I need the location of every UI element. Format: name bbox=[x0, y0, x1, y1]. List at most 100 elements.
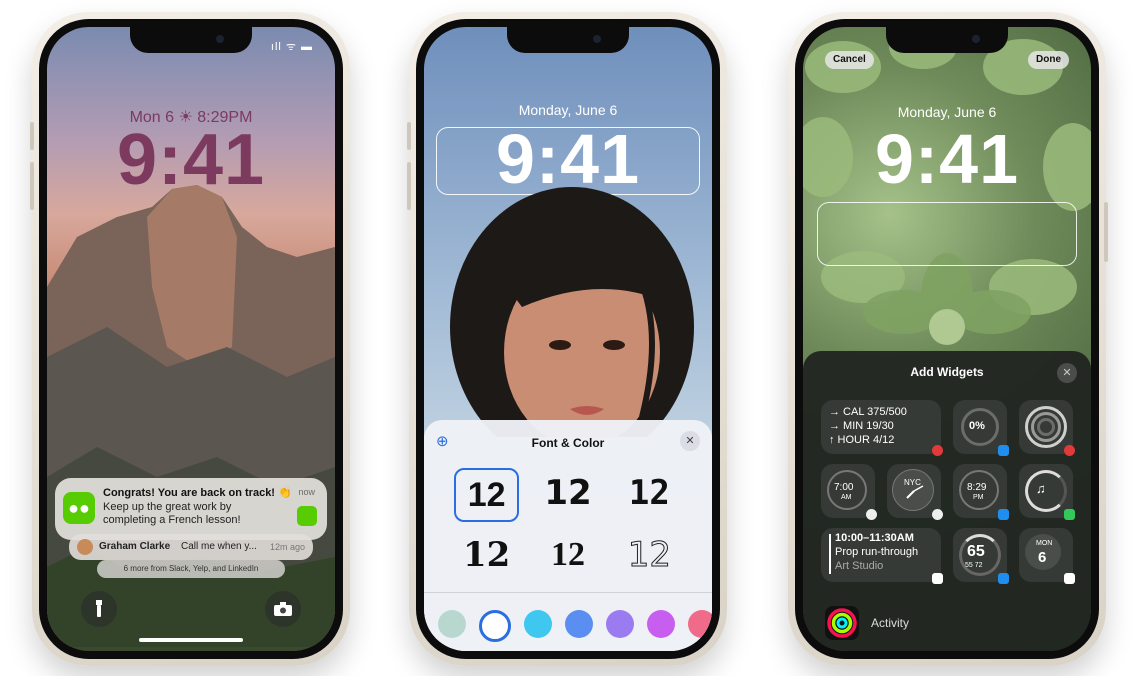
notch bbox=[130, 27, 252, 53]
fitness-cal: → CAL 375/500 bbox=[829, 406, 907, 418]
temp-range: 55 72 bbox=[965, 562, 983, 569]
color-swatch[interactable] bbox=[606, 610, 634, 638]
iphone-lock-screen: ıll ᯤ ▬ Mon 6 ☀ 8:29PM 9:41 ●● Congrats!… bbox=[30, 12, 350, 666]
duolingo-owl-icon bbox=[297, 506, 317, 526]
font-option[interactable]: 12 bbox=[609, 468, 690, 518]
widget-drop-area[interactable] bbox=[817, 202, 1077, 266]
lock-time: 9:41 bbox=[495, 120, 641, 198]
world-clock-widget[interactable]: NYC bbox=[887, 464, 943, 520]
message-sender: Graham Clarke bbox=[99, 541, 171, 552]
clock-period: AM bbox=[841, 494, 852, 501]
clock-time: 7:00 bbox=[834, 482, 854, 493]
home-indicator[interactable] bbox=[139, 638, 243, 642]
notification-time: now bbox=[298, 487, 315, 497]
done-button[interactable]: Done bbox=[1028, 51, 1069, 69]
color-swatch[interactable] bbox=[524, 610, 552, 638]
close-button[interactable]: ✕ bbox=[680, 431, 700, 451]
divider bbox=[424, 592, 712, 593]
color-swatch[interactable] bbox=[565, 610, 593, 638]
clock-widget[interactable]: 7:00 AM bbox=[821, 464, 877, 520]
alarm-widget[interactable]: 8:29 PM bbox=[953, 464, 1009, 520]
temp-value: 65 bbox=[967, 543, 985, 560]
weather-badge-icon bbox=[998, 509, 1009, 520]
fitness-widget[interactable]: → CAL 375/500 → MIN 19/30 ↑ HOUR 4/12 bbox=[821, 400, 943, 456]
font-option[interactable]: 12 bbox=[527, 530, 608, 580]
activity-app-label[interactable]: Activity bbox=[871, 616, 909, 630]
iphone-font-editor: Monday, June 6 9:41 ⊕ Font & Color ✕ 12 … bbox=[407, 12, 727, 666]
volume-up-button bbox=[407, 122, 411, 150]
sheet-title: Font & Color bbox=[531, 436, 605, 450]
weather-badge-icon bbox=[998, 573, 1009, 584]
color-swatch[interactable] bbox=[647, 610, 675, 638]
clock-hands-icon bbox=[906, 485, 924, 499]
temperature-widget[interactable]: 65 55 72 bbox=[953, 528, 1009, 584]
notch bbox=[886, 27, 1008, 53]
camera-icon[interactable] bbox=[265, 591, 301, 627]
volume-down-button bbox=[30, 162, 34, 210]
alarm-time: 8:29 bbox=[967, 482, 987, 493]
event-location: Art Studio bbox=[835, 560, 884, 572]
activity-rings-widget[interactable] bbox=[1019, 400, 1075, 456]
message-time: 12m ago bbox=[269, 542, 305, 552]
duolingo-icon: ●● bbox=[63, 492, 95, 524]
color-swatch[interactable] bbox=[688, 610, 712, 638]
airpods-widget[interactable]: ♫ bbox=[1019, 464, 1075, 520]
avatar bbox=[77, 539, 93, 555]
clock-badge-icon bbox=[932, 509, 943, 520]
calendar-badge-icon bbox=[932, 573, 943, 584]
cal-date: 6 bbox=[1038, 549, 1047, 566]
color-swatch[interactable] bbox=[438, 610, 466, 638]
activity-badge-icon bbox=[1064, 445, 1075, 456]
lock-time: 9:41 bbox=[116, 120, 266, 200]
font-color-sheet: ⊕ Font & Color ✕ 12 12 12 12 12 12 bbox=[424, 420, 712, 651]
font-option[interactable]: 12 bbox=[446, 530, 527, 580]
add-widgets-screen: Cancel Done Monday, June 6 9:41 Add Widg… bbox=[803, 27, 1091, 651]
add-widgets-sheet: Add Widgets ✕ → CAL 375/500 → MIN 19/30 … bbox=[803, 351, 1091, 651]
notch bbox=[507, 27, 629, 53]
calendar-badge-icon bbox=[1064, 573, 1075, 584]
font-options: 12 12 12 12 12 12 bbox=[446, 468, 690, 580]
color-swatches bbox=[438, 610, 712, 642]
fitness-min: → MIN 19/30 bbox=[829, 420, 894, 432]
activity-app-icon[interactable] bbox=[825, 606, 859, 640]
color-swatch[interactable] bbox=[479, 610, 511, 642]
message-text: Call me when y... bbox=[181, 541, 257, 552]
notification-title: Congrats! You are back on track! 👏 bbox=[103, 487, 292, 499]
sheet-title: Add Widgets bbox=[910, 365, 984, 379]
event-time: 10:00–11:30AM bbox=[835, 532, 914, 544]
lock-date: Monday, June 6 bbox=[897, 104, 997, 120]
font-option[interactable]: 12 bbox=[454, 468, 520, 522]
activity-badge-icon bbox=[932, 445, 943, 456]
volume-up-button bbox=[30, 122, 34, 150]
flashlight-icon[interactable] bbox=[81, 591, 117, 627]
font-option[interactable]: 12 bbox=[527, 468, 608, 518]
weather-badge-icon bbox=[998, 445, 1009, 456]
calendar-event-widget[interactable]: 10:00–11:30AM Prop run-through Art Studi… bbox=[821, 528, 943, 584]
more-notifications[interactable]: 6 more from Slack, Yelp, and LinkedIn bbox=[97, 560, 285, 578]
duolingo-notification[interactable]: ●● Congrats! You are back on track! 👏 Ke… bbox=[55, 478, 327, 540]
status-bar: ıll ᯤ ▬ bbox=[270, 41, 313, 53]
font-color-screen: Monday, June 6 9:41 ⊕ Font & Color ✕ 12 … bbox=[424, 27, 712, 651]
calendar-date-widget[interactable]: MON 6 bbox=[1019, 528, 1075, 584]
lock-screen: ıll ᯤ ▬ Mon 6 ☀ 8:29PM 9:41 ●● Congrats!… bbox=[47, 27, 335, 651]
cancel-button[interactable]: Cancel bbox=[825, 51, 874, 69]
battery-badge-icon bbox=[1064, 509, 1075, 520]
message-notification[interactable]: Graham Clarke Call me when y... 12m ago bbox=[69, 534, 313, 560]
iphone-widget-editor: Cancel Done Monday, June 6 9:41 Add Widg… bbox=[788, 12, 1108, 666]
lock-date: Monday, June 6 bbox=[518, 102, 618, 118]
font-option[interactable]: 12 bbox=[609, 530, 690, 580]
clock-badge-icon bbox=[866, 509, 877, 520]
side-button bbox=[1104, 202, 1108, 262]
cal-day: MON bbox=[1036, 540, 1053, 547]
close-button[interactable]: ✕ bbox=[1057, 363, 1077, 383]
ring-inner bbox=[1037, 418, 1055, 436]
fitness-hour: ↑ HOUR 4/12 bbox=[829, 434, 895, 446]
percent-value: 0% bbox=[969, 420, 985, 432]
event-bar bbox=[829, 534, 831, 574]
percent-widget[interactable]: 0% bbox=[953, 400, 1009, 456]
portrait-photo bbox=[450, 187, 694, 437]
notification-body: Keep up the great work by completing a F… bbox=[103, 501, 241, 526]
alarm-period: PM bbox=[973, 494, 984, 501]
battery-ring bbox=[1025, 470, 1067, 512]
event-title: Prop run-through bbox=[835, 546, 919, 558]
